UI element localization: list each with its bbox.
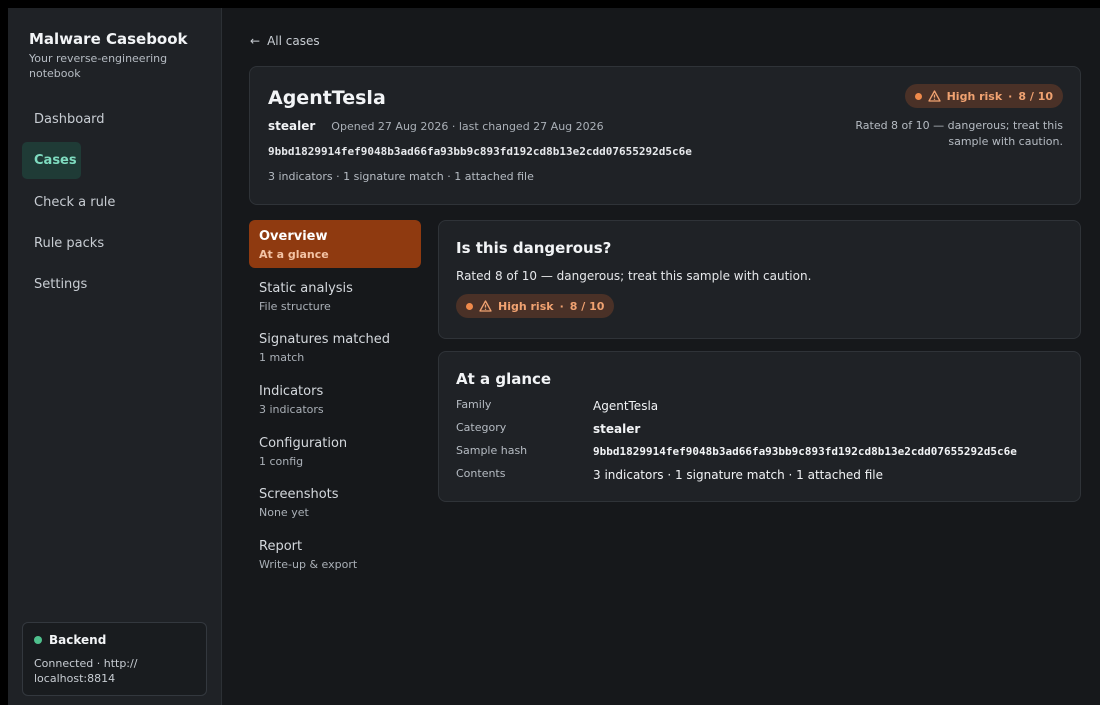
case-dates: Opened 27 Aug 2026 · last changed 27 Aug… [331, 120, 604, 133]
tab-label: Indicators [259, 384, 324, 400]
back-to-all-cases-link[interactable]: ← All cases [250, 34, 320, 48]
tab-configuration[interactable]: Configuration 1 config [249, 427, 421, 475]
sidebar-nav: Dashboard Cases Check a rule Rule packs … [22, 101, 207, 303]
sidebar: Malware Casebook Your reverse-engineerin… [8, 8, 222, 705]
detail-key-sample-hash: Sample hash [456, 444, 528, 457]
sidebar-item-rule-packs[interactable]: Rule packs [22, 225, 104, 262]
tab-label: Overview [259, 229, 328, 244]
case-category: stealer [268, 119, 316, 133]
case-counts: 3 indicators · 1 signature match · 1 att… [268, 170, 534, 183]
tab-sublabel: 3 indicators [259, 403, 324, 417]
risk-dot-icon [466, 302, 473, 310]
tab-static-analysis[interactable]: Static analysis File structure [249, 272, 421, 320]
backend-status-panel: Backend Connected · http:// localhost:88… [22, 622, 207, 696]
tab-sublabel: At a glance [259, 248, 329, 261]
tab-sublabel: None yet [259, 506, 309, 520]
backend-title: Backend [49, 633, 107, 647]
risk-separator: · [559, 299, 564, 313]
at-a-glance-card: At a glance Family AgentTesla Category s… [438, 351, 1081, 502]
risk-label: High risk [946, 89, 1003, 103]
warning-triangle-icon [479, 300, 492, 312]
risk-score: 8 / 10 [1018, 89, 1053, 103]
case-header-card: AgentTesla stealer Opened 27 Aug 2026 · … [249, 66, 1081, 205]
tab-sublabel: 1 match [259, 351, 305, 365]
warning-triangle-icon [927, 90, 941, 102]
sidebar-item-settings[interactable]: Settings [22, 266, 87, 303]
tab-sublabel: 1 config [259, 454, 304, 468]
risk-separator: · [1008, 89, 1013, 103]
risk-dot-icon [914, 92, 922, 100]
status-dot-icon [34, 636, 42, 644]
sidebar-item-cases[interactable]: Cases [22, 142, 81, 180]
arrow-left-icon: ← [250, 34, 261, 48]
glance-details: Family AgentTesla Category stealer Sampl… [456, 397, 1063, 482]
tab-label: Report [259, 539, 303, 555]
section-nav: Overview At a glance Static analysis Fil… [249, 220, 421, 582]
detail-key-category: Category [456, 421, 507, 434]
rated-note: Rated 8 of 10 — dangerous; treat this sa… [855, 119, 1063, 148]
detail-value-category: stealer [593, 422, 641, 436]
tab-indicators[interactable]: Indicators 3 indicators [249, 375, 421, 423]
risk-label: High risk [498, 299, 554, 313]
glance-card-title: At a glance [456, 370, 552, 388]
tab-label: Screenshots [259, 487, 339, 503]
sidebar-item-dashboard[interactable]: Dashboard [22, 101, 105, 138]
danger-card: Is this dangerous? Rated 8 of 10 — dange… [438, 220, 1081, 339]
tab-label: Configuration [259, 435, 348, 451]
detail-value-family: AgentTesla [593, 399, 659, 413]
back-link-label: All cases [267, 34, 320, 48]
backend-header: Backend [34, 633, 195, 647]
tab-signatures-matched[interactable]: Signatures matched 1 match [249, 323, 421, 371]
backend-connection-text: Connected · http:// localhost:8814 [34, 657, 138, 685]
tab-screenshots[interactable]: Screenshots None yet [249, 478, 421, 526]
app-window: Malware Casebook Your reverse-engineerin… [8, 8, 1100, 705]
risk-score: 8 / 10 [569, 299, 605, 313]
risk-badge: High risk · 8 / 10 [456, 294, 615, 318]
detail-value-contents: 3 indicators · 1 signature match · 1 att… [593, 468, 884, 482]
detail-key-family: Family [456, 398, 492, 411]
danger-card-title: Is this dangerous? [456, 239, 612, 257]
main-content: ← All cases AgentTesla stealer Opened 27… [222, 8, 1100, 705]
sidebar-item-check-a-rule[interactable]: Check a rule [22, 184, 115, 221]
tab-label: Static analysis [259, 280, 353, 296]
detail-key-contents: Contents [456, 467, 506, 480]
detail-value-sample-hash: 9bbd1829914fef9048b3ad66fa93bb9c893fd192… [593, 445, 1017, 458]
brand-subtitle: Your reverse-engineering notebook [29, 52, 168, 80]
tab-label: Signatures matched [259, 332, 390, 348]
tab-sublabel: Write-up & export [259, 558, 358, 572]
tab-overview[interactable]: Overview At a glance [249, 220, 421, 268]
danger-card-text: Rated 8 of 10 — dangerous; treat this sa… [456, 269, 812, 283]
tab-report[interactable]: Report Write-up & export [249, 530, 421, 578]
brand-title: Malware Casebook [29, 30, 188, 48]
risk-badge: High risk · 8 / 10 [904, 84, 1063, 108]
tab-sublabel: File structure [259, 299, 331, 313]
